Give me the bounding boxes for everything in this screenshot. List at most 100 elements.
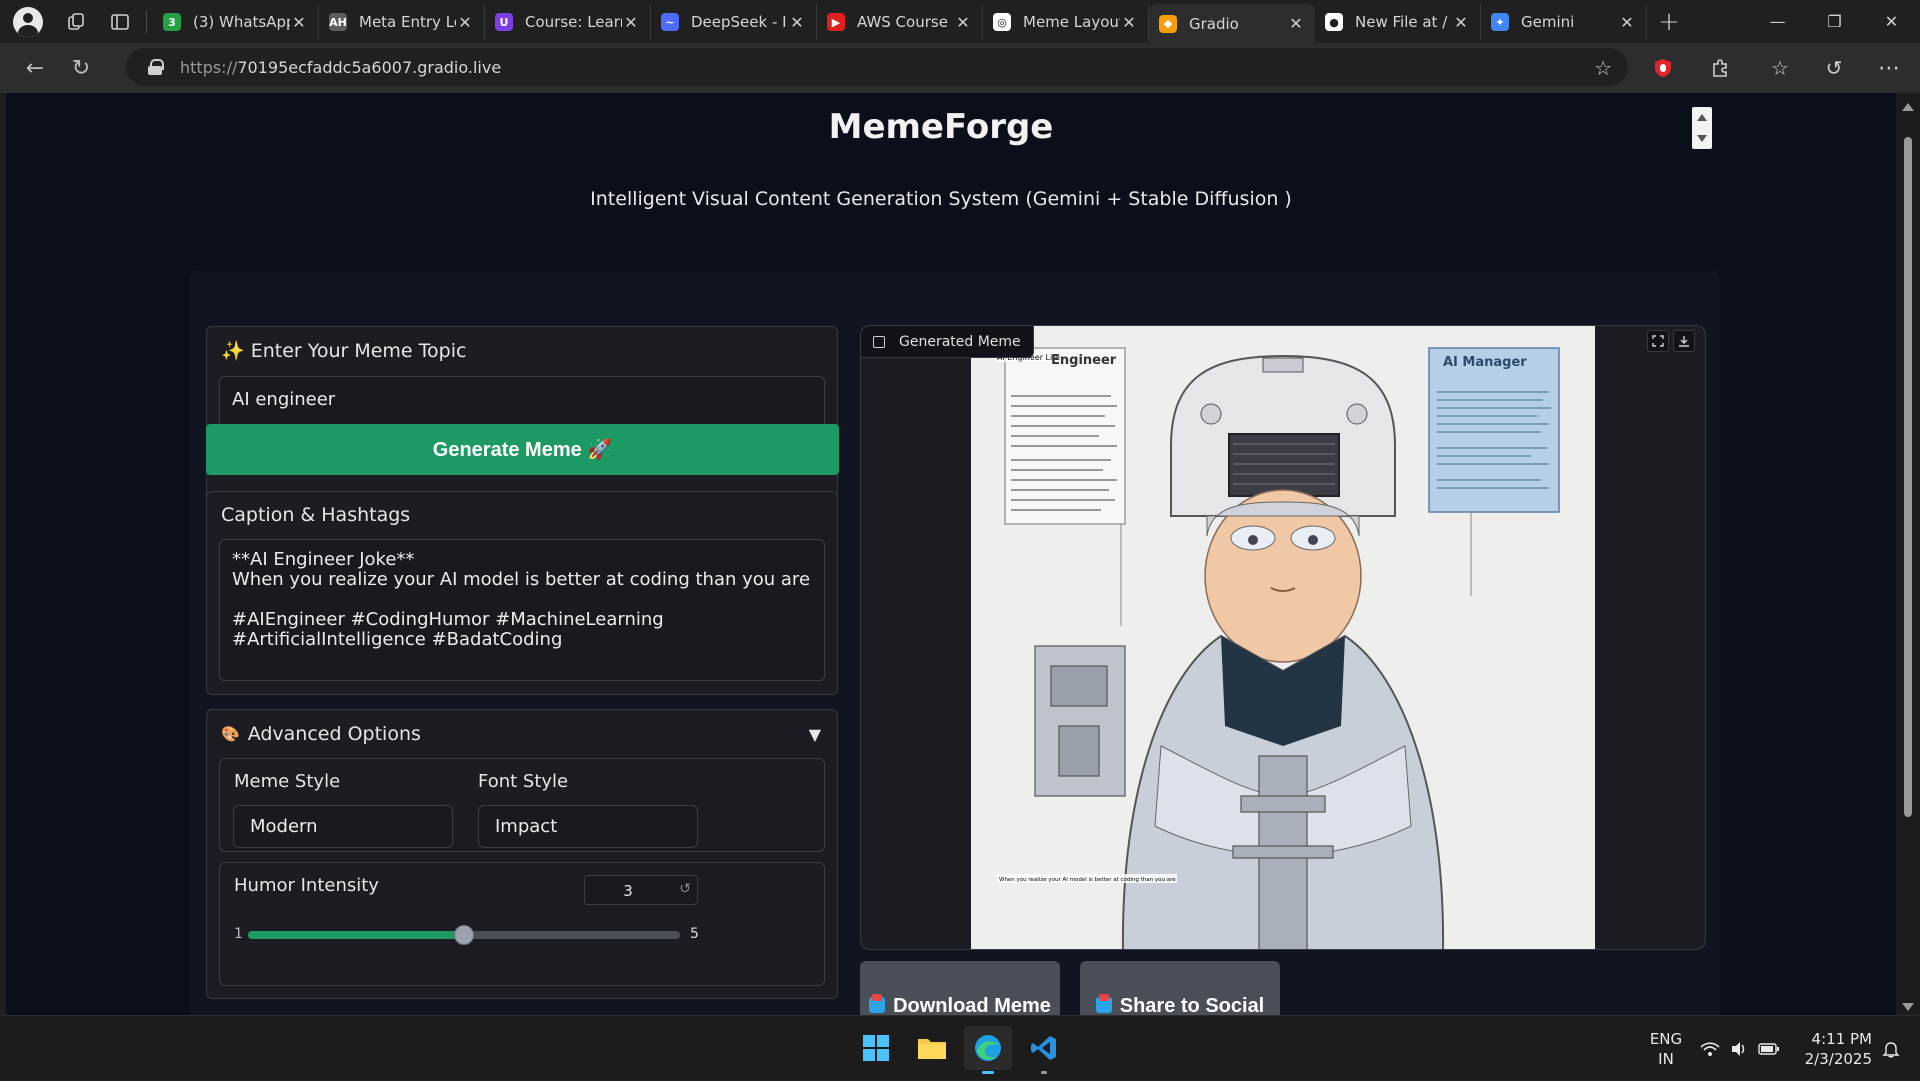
history-icon[interactable]: ↺ [1809,43,1859,93]
tab-title: Gradio [1189,14,1239,33]
favorite-star-icon[interactable]: ☆ [1594,56,1612,80]
gradio-page: MemeForge Intelligent Visual Content Gen… [6,93,1896,1015]
refresh-button[interactable]: ↻ [58,43,104,93]
tab-close-icon[interactable]: ✕ [1287,14,1305,33]
caption-textarea[interactable]: **AI Engineer Joke** When you realize yo… [219,539,825,681]
advanced-options-header[interactable]: 🎨 Advanced Options ▼ [221,723,821,745]
tab-favicon-icon: ▶ [827,13,845,31]
language-indicator[interactable]: ENG IN [1648,1016,1684,1081]
window-controls: — ❐ ✕ [1749,0,1920,43]
scrollbar-thumb[interactable] [1904,137,1912,817]
browser-tab[interactable]: AH Meta Entry Le ✕ [319,4,485,40]
mini-scroll-widget[interactable] [1692,107,1712,149]
notifications-button[interactable] [1876,1016,1906,1081]
share-to-social-button[interactable]: Share to Social [1080,961,1280,1015]
humor-slider-track[interactable] [248,925,680,945]
browser-tab[interactable]: ◎ Meme Layout ✕ [983,4,1149,40]
active-app-indicator [982,1071,994,1074]
tab-title: AWS Course | [857,13,954,31]
tab-close-icon[interactable]: ✕ [1120,13,1138,32]
new-tab-button[interactable]: + [1647,0,1691,43]
font-style-select[interactable]: Impact [478,805,698,848]
file-explorer-button[interactable] [908,1026,956,1070]
start-button[interactable] [852,1026,900,1070]
tab-close-icon[interactable]: ✕ [954,13,972,32]
generated-meme-tag: Generated Meme [861,326,1034,358]
menu-more-icon[interactable]: ⋯ [1864,43,1914,93]
lock-icon [148,59,164,75]
scroll-up-arrow[interactable] [1902,103,1914,111]
vertical-tabs-icon[interactable] [100,0,140,43]
url-host: 70195ecfaddc5a6007.gradio.live [237,57,502,77]
browser-tab[interactable]: ✦ Gemini ✕ [1481,4,1647,40]
share-emoji-icon [1095,993,1112,1013]
notification-bell-icon [1882,1041,1900,1057]
tab-close-icon[interactable]: ✕ [622,13,640,32]
battery-icon [1758,1042,1779,1055]
vscode-button[interactable] [1020,1026,1068,1074]
tab-favicon-icon: ~ [661,13,679,31]
meme-right-panel-title: AI Manager [1443,355,1527,370]
caption-line-1: **AI Engineer Joke** [232,549,415,570]
font-style-label: Font Style [478,771,569,792]
extensions-puzzle-icon[interactable] [1695,43,1745,93]
tab-favicon-icon: ✦ [1491,13,1509,31]
tab-title: Meme Layout [1023,13,1120,31]
humor-number-input[interactable]: 3 ↺ [584,875,698,905]
scroll-down-arrow[interactable] [1902,1003,1914,1011]
browser-tab[interactable]: 3 (3) WhatsApp ✕ [153,4,319,40]
clock[interactable]: 4:11 PM 2/3/2025 [1796,1016,1872,1081]
browser-tab[interactable]: U Course: Learn ✕ [485,4,651,40]
palette-icon: 🎨 [221,725,240,743]
humor-value: 3 [623,882,633,900]
tab-title: Meta Entry Le [359,13,456,31]
tab-close-icon[interactable]: ✕ [290,13,308,32]
tab-favicon-icon: ◎ [993,13,1011,31]
browser-tab[interactable]: ▶ AWS Course | ✕ [817,4,983,40]
fullscreen-icon[interactable] [1647,330,1669,352]
download-icon[interactable] [1673,330,1695,352]
browser-tab[interactable]: ~ DeepSeek - In ✕ [651,4,817,40]
style-row: Meme Style Modern Font Style Impact [219,758,825,852]
workspaces-icon[interactable] [56,0,96,43]
tab-close-icon[interactable]: ✕ [456,13,474,32]
minimize-button[interactable]: — [1749,0,1806,43]
system-tray-icons[interactable] [1700,1016,1780,1081]
edge-browser-button[interactable] [964,1026,1012,1074]
download-emoji-icon [869,993,886,1013]
browser-tab-bar: 3 (3) WhatsApp ✕ AH Meta Entry Le ✕ U Course: L… [0,0,1920,43]
meme-illustration: AI Engineer Life Engineer AI Manager Whe… [971,326,1595,949]
humor-slider-thumb[interactable] [454,925,474,945]
reset-icon[interactable]: ↺ [679,881,691,897]
profile-avatar[interactable] [0,0,56,43]
generate-meme-button[interactable]: Generate Meme 🚀 [206,424,839,475]
back-button[interactable]: ← [12,43,58,93]
region-code: IN [1658,1049,1674,1068]
meme-style-label: Meme Style [234,771,341,792]
page-scrollbar[interactable] [1896,93,1920,1015]
browser-tab[interactable]: ● New File at / ✕ [1315,4,1481,40]
restore-button[interactable]: ❐ [1806,0,1863,43]
main-container: ✨ Enter Your Meme Topic AI engineer Gene… [190,271,1720,1015]
extension-icon[interactable] [1638,43,1688,93]
share-label: Share to Social [1119,994,1265,1016]
favorites-icon[interactable]: ☆ [1755,43,1805,93]
tab-title: Course: Learn [525,13,622,31]
humor-max-label: 5 [690,926,699,942]
tab-close-icon[interactable]: ✕ [1452,13,1470,32]
edge-icon [975,1035,1001,1061]
browser-tab[interactable]: ◆ Gradio ✕ [1149,4,1315,43]
tab-close-icon[interactable]: ✕ [788,13,806,32]
collapse-triangle-icon[interactable]: ▼ [809,725,821,744]
caption-line-4: #ArtificialIntelligence #BadatCoding [232,629,563,650]
url-field[interactable]: https://70195ecfaddc5a6007.gradio.live ☆ [126,48,1628,86]
download-meme-button[interactable]: Download Meme [860,961,1060,1015]
url-protocol: https:// [180,57,238,77]
download-meme-label: Download Meme [893,994,1051,1016]
meme-style-select[interactable]: Modern [233,805,453,848]
tab-close-icon[interactable]: ✕ [1618,13,1636,32]
tab-separator [146,10,147,33]
wifi-icon [1700,1041,1720,1056]
close-window-button[interactable]: ✕ [1863,0,1920,43]
